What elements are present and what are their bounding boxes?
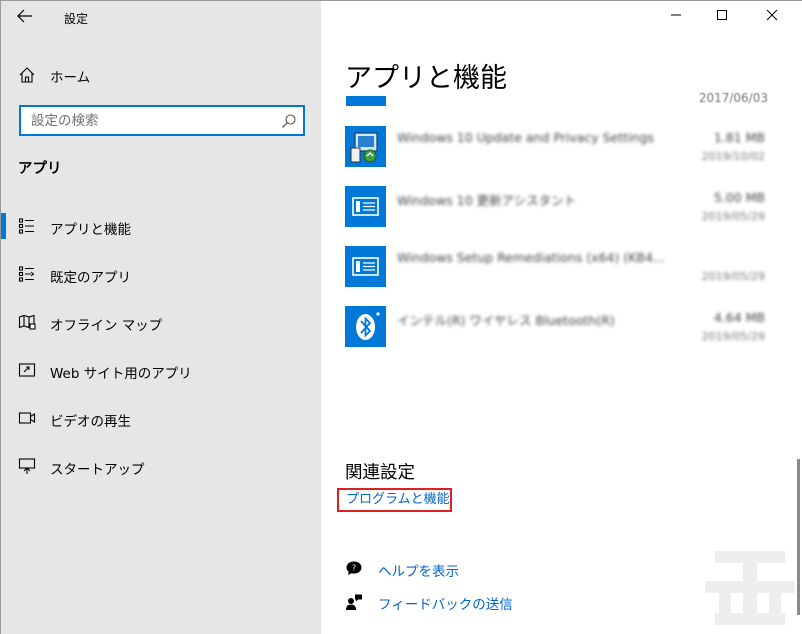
windows-app-icon — [345, 186, 386, 227]
offline-maps-icon — [18, 313, 36, 331]
sidebar-item-label: 既定のアプリ — [50, 270, 131, 286]
window-controls — [653, 1, 802, 35]
related-settings-title: 関連設定 — [345, 463, 415, 483]
search-box[interactable] — [19, 105, 305, 136]
app-name: インテル(R) ワイヤレス Bluetooth(R) — [397, 313, 615, 328]
home-label: ホーム — [50, 70, 91, 86]
minimize-button[interactable] — [653, 1, 699, 33]
home-icon — [18, 66, 36, 84]
apps-features-icon — [18, 217, 36, 235]
svg-text:?: ? — [352, 564, 356, 573]
app-size: 1.81 MB — [713, 130, 765, 145]
startup-icon — [18, 457, 36, 475]
app-icon-partial — [346, 96, 386, 106]
windows-app-icon — [345, 246, 386, 287]
windows-update-icon — [345, 126, 386, 167]
sidebar-item-label: オフライン マップ — [50, 318, 163, 334]
list-item[interactable]: インテル(R) ワイヤレス Bluetooth(R) 4.64 MB 2019/… — [345, 306, 775, 354]
apps-for-websites-icon — [18, 361, 36, 379]
search-icon[interactable] — [281, 113, 297, 129]
help-link[interactable]: ? ヘルプを表示 — [345, 557, 645, 581]
sidebar-item-label: Web サイト用のアプリ — [50, 366, 192, 382]
help-label: ヘルプを表示 — [378, 564, 459, 580]
bluetooth-icon — [345, 306, 386, 347]
list-item[interactable]: Windows 10 Update and Privacy Settings 1… — [345, 126, 775, 174]
sidebar: 設定 ホーム アプリ アプリと機能 既定のアプリ — [1, 1, 321, 634]
sidebar-item-apps-for-websites[interactable]: Web サイト用のアプリ — [1, 355, 321, 385]
feedback-icon — [345, 593, 363, 611]
title-bar: 設定 — [1, 1, 321, 35]
list-item[interactable]: Windows 10 更新アシスタント 5.00 MB 2019/05/29 — [345, 186, 775, 234]
section-title-apps: アプリ — [18, 161, 62, 177]
sidebar-item-video-playback[interactable]: ビデオの再生 — [1, 403, 321, 433]
feedback-link[interactable]: フィードバックの送信 — [345, 590, 645, 614]
sidebar-item-label: ビデオの再生 — [50, 414, 131, 430]
watermark-logo — [701, 545, 799, 631]
search-input[interactable] — [21, 107, 261, 134]
sidebar-item-offline-maps[interactable]: オフライン マップ — [1, 307, 321, 337]
main-content: アプリと機能 2017/06/03 Windows 10 Update and … — [321, 1, 802, 634]
sidebar-item-apps-features[interactable]: アプリと機能 — [1, 211, 321, 241]
sidebar-item-home[interactable]: ホーム — [1, 61, 321, 89]
default-apps-icon — [18, 265, 36, 283]
app-size: 4.64 MB — [713, 310, 765, 325]
app-size: 5.00 MB — [713, 190, 765, 205]
back-arrow-icon[interactable] — [11, 7, 39, 29]
list-item[interactable]: Windows Setup Remediations (x64) (KB4...… — [345, 246, 775, 294]
sidebar-item-label: スタートアップ — [50, 462, 145, 478]
app-name: Windows 10 Update and Privacy Settings — [397, 130, 654, 145]
app-date: 2019/05/29 — [701, 210, 765, 223]
app-date: 2019/10/02 — [701, 150, 765, 163]
maximize-button[interactable] — [699, 1, 745, 33]
app-date: 2019/05/29 — [701, 270, 765, 283]
page-title: アプリと機能 — [345, 63, 507, 94]
feedback-label: フィードバックの送信 — [378, 597, 513, 613]
app-date-partial: 2017/06/03 — [698, 91, 768, 105]
app-name: Windows 10 更新アシスタント — [397, 193, 577, 208]
video-playback-icon — [18, 409, 36, 427]
sidebar-item-label: アプリと機能 — [50, 222, 131, 238]
settings-window: 設定 ホーム アプリ アプリと機能 既定のアプリ — [0, 0, 802, 634]
programs-and-features-link[interactable]: プログラムと機能 — [337, 488, 452, 512]
sidebar-item-startup[interactable]: スタートアップ — [1, 451, 321, 481]
app-date: 2019/05/29 — [701, 330, 765, 343]
window-title: 設定 — [64, 12, 89, 26]
close-button[interactable] — [749, 1, 795, 33]
help-chat-icon: ? — [345, 560, 363, 578]
sidebar-item-default-apps[interactable]: 既定のアプリ — [1, 259, 321, 289]
app-name: Windows Setup Remediations (x64) (KB4... — [397, 250, 665, 265]
